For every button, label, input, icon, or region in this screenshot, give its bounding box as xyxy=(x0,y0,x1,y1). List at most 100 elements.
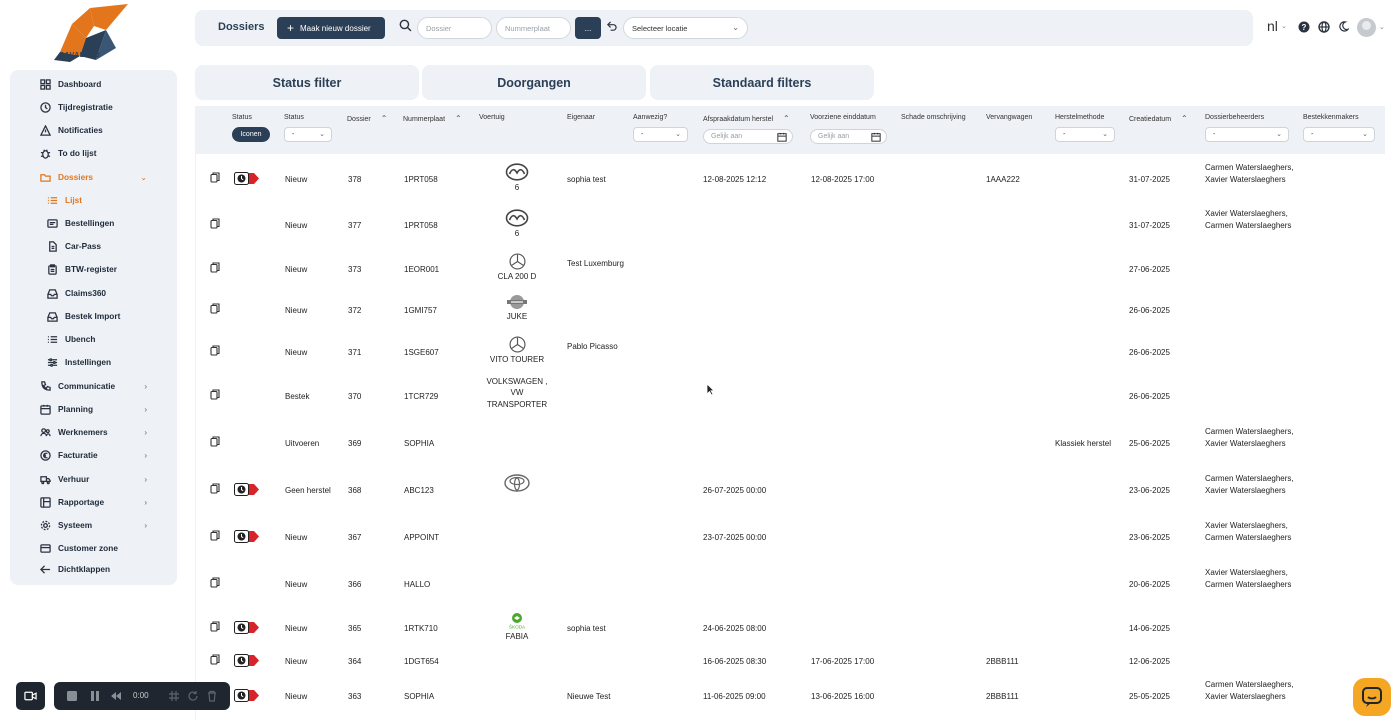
chat-button[interactable] xyxy=(1353,678,1391,716)
appointment-date-filter[interactable]: Gelijk aan xyxy=(703,129,793,144)
copy-icon[interactable] xyxy=(210,577,220,590)
sidebar-item-planning[interactable]: Planning › xyxy=(10,398,177,420)
sidebar-item-rapportage[interactable]: Rapportage › xyxy=(10,491,177,513)
trash-icon[interactable] xyxy=(206,690,218,702)
plate-cell: 1EOR001 xyxy=(404,265,440,274)
camera-toggle-button[interactable] xyxy=(16,682,45,710)
column-header-dossier[interactable]: Dossier ⌃ xyxy=(347,114,387,123)
sidebar-item-facturatie[interactable]: Facturatie › xyxy=(10,444,177,466)
more-filters-button[interactable]: ... xyxy=(575,17,601,39)
mouse-cursor-icon xyxy=(706,383,715,396)
tab-standaard-filters[interactable]: Standaard filters xyxy=(650,65,874,100)
column-header-appointment[interactable]: Afspraakdatum herstel ⌃ xyxy=(703,114,790,123)
sidebar-subitem-btw[interactable]: BTW-register xyxy=(10,258,177,280)
sidebar-item-dichtklappen[interactable]: Dichtklappen xyxy=(10,558,177,580)
planned-end-date-filter[interactable]: Gelijk aan xyxy=(810,129,887,144)
globe-icon[interactable] xyxy=(1318,21,1330,33)
sidebar-subitem-carpass[interactable]: Car-Pass xyxy=(10,235,177,257)
column-header-created[interactable]: Creatiedatum ⌃ xyxy=(1129,114,1188,123)
sidebar-item-customer-zone[interactable]: Customer zone xyxy=(10,537,177,559)
copy-icon[interactable] xyxy=(210,345,220,358)
folder-icon xyxy=(39,171,51,183)
column-header-method: Herstelmethode xyxy=(1055,114,1105,121)
tab-status-filter[interactable]: Status filter xyxy=(195,65,419,100)
table-row[interactable]: Nieuw 363 SOPHIA 11-06-2025 09:00 13-06-2025… xyxy=(196,680,1386,720)
managers-filter-select[interactable]: - ⌄ xyxy=(1205,127,1289,142)
table-row[interactable]: Geen herstel 368 ABC123 26-07-2025 00:00 23-… xyxy=(196,474,1386,519)
restart-icon[interactable] xyxy=(187,690,199,702)
status-cell: Nieuw xyxy=(285,624,308,633)
plate-search-input[interactable]: Nummerplaat xyxy=(496,17,571,39)
avatar[interactable] xyxy=(1357,18,1376,37)
table-row[interactable]: Nieuw 367 APPOINT 23-07-2025 00:00 23-06-202… xyxy=(196,521,1386,566)
table-row[interactable]: Nieuw 365 1RTK710 24-06-2025 08:00 14-06-202… xyxy=(196,613,1386,657)
column-header-owner: Eigenaar xyxy=(567,114,596,121)
iconen-button[interactable]: Iconen xyxy=(232,127,270,142)
sidebar-item-dashboard[interactable]: Dashboard xyxy=(10,73,177,95)
screen-recorder-bar: 0:00 xyxy=(54,682,230,710)
sort-icon: ⌃ xyxy=(380,114,388,123)
method-filter-select[interactable]: - ⌄ xyxy=(1055,127,1115,142)
creation-date-cell: 26-06-2025 xyxy=(1129,348,1170,357)
sidebar-item-werknemers[interactable]: Werknemers › xyxy=(10,421,177,443)
location-select[interactable]: Selecteer locatie ⌄ xyxy=(623,17,748,39)
present-filter-select[interactable]: - ⌄ xyxy=(633,127,688,142)
tab-doorgangen[interactable]: Doorgangen xyxy=(422,65,646,100)
table-row[interactable]: Uitvoeren 369 SOPHIA Klassiek herstel 25-06-… xyxy=(196,427,1386,472)
table-row[interactable]: Nieuw 377 1PRT058 31-07-2025 Xavier Watersla… xyxy=(196,209,1386,254)
sidebar: Dashboard Tijdregistratie Notificaties T… xyxy=(10,70,177,585)
calendar-icon xyxy=(39,403,51,415)
copy-icon[interactable] xyxy=(210,218,220,231)
sidebar-subitem-claims360[interactable]: Claims360 xyxy=(10,282,177,304)
copy-icon[interactable] xyxy=(210,262,220,275)
table-row[interactable]: Nieuw 366 HALLO 20-06-2025 Xavier Waterslaeg… xyxy=(196,568,1386,613)
grid-icon[interactable] xyxy=(168,690,180,702)
moon-icon[interactable] xyxy=(1338,21,1349,32)
sidebar-subitem-bestek-import[interactable]: Bestek Import xyxy=(10,305,177,327)
copy-icon[interactable] xyxy=(210,530,220,543)
dossier-managers-cell: Xavier Waterslaeghers, Carmen Waterslaeg… xyxy=(1205,568,1292,589)
table-row[interactable]: Bestek 370 1TCR729 26-06-2025 VOLKSWAGEN , V… xyxy=(196,377,1386,425)
estimators-filter-select[interactable]: - ⌄ xyxy=(1303,127,1375,142)
nissan-logo-icon xyxy=(486,294,548,310)
sidebar-item-dossiers[interactable]: Dossiers ⌄ xyxy=(10,166,177,188)
sidebar-item-systeem[interactable]: Systeem › xyxy=(10,514,177,536)
sidebar-item-communicatie[interactable]: Communicatie › xyxy=(10,375,177,397)
sidebar-subitem-instellingen[interactable]: Instellingen xyxy=(10,351,177,373)
language-selector[interactable]: nl xyxy=(1267,18,1278,34)
copy-icon[interactable] xyxy=(210,621,220,634)
sidebar-subitem-bestellingen[interactable]: Bestellingen xyxy=(10,212,177,234)
table-row[interactable]: Nieuw 373 1EOR001 27-06-2025 Test Luxemburg C… xyxy=(196,253,1386,298)
help-icon[interactable]: ? xyxy=(1298,21,1310,33)
table-row[interactable]: Nieuw 371 1SGE607 26-06-2025 Pablo Picasso VI… xyxy=(196,336,1386,381)
copy-icon[interactable] xyxy=(210,172,220,185)
stop-icon[interactable] xyxy=(66,690,78,702)
replacement-car-cell: 2BBB111 xyxy=(986,692,1019,701)
pause-icon[interactable] xyxy=(89,690,101,702)
sidebar-item-verhuur[interactable]: Verhuur › xyxy=(10,468,177,490)
sidebar-subitem-lijst[interactable]: Lijst xyxy=(10,189,177,211)
table-row[interactable]: Nieuw 378 1PRT058 12-08-2025 12:12 12-08-202… xyxy=(196,163,1386,208)
dossier-search-input[interactable]: Dossier xyxy=(417,17,492,39)
dossier-number-cell: 368 xyxy=(348,486,362,495)
table-row[interactable]: Nieuw 372 1GMI757 26-06-2025 JUKE xyxy=(196,295,1386,339)
sidebar-item-tijdregistratie[interactable]: Tijdregistratie xyxy=(10,96,177,118)
vehicle-model: 6 xyxy=(514,229,520,238)
status-filter-select[interactable]: - ⌄ xyxy=(284,127,332,142)
copy-icon[interactable] xyxy=(210,654,220,667)
sidebar-subitem-ubench[interactable]: Ubench xyxy=(10,328,177,350)
copy-icon[interactable] xyxy=(210,436,220,449)
undo-icon[interactable] xyxy=(606,21,617,32)
column-header-plate[interactable]: Nummerplaat ⌃ xyxy=(403,114,462,123)
copy-icon[interactable] xyxy=(210,389,220,402)
sidebar-item-todo[interactable]: To do lijst xyxy=(10,142,177,164)
status-cell: Uitvoeren xyxy=(285,439,320,448)
rewind-icon[interactable] xyxy=(110,691,122,701)
column-header-estimators: Bestekkenmakers xyxy=(1303,114,1359,121)
sidebar-item-notificaties[interactable]: Notificaties xyxy=(10,119,177,141)
copy-icon[interactable] xyxy=(210,303,220,316)
new-dossier-button[interactable]: + Maak nieuw dossier xyxy=(277,17,385,39)
copy-icon[interactable] xyxy=(210,483,220,496)
plate-cell: HALLO xyxy=(404,580,431,589)
search-icon[interactable] xyxy=(399,19,412,32)
